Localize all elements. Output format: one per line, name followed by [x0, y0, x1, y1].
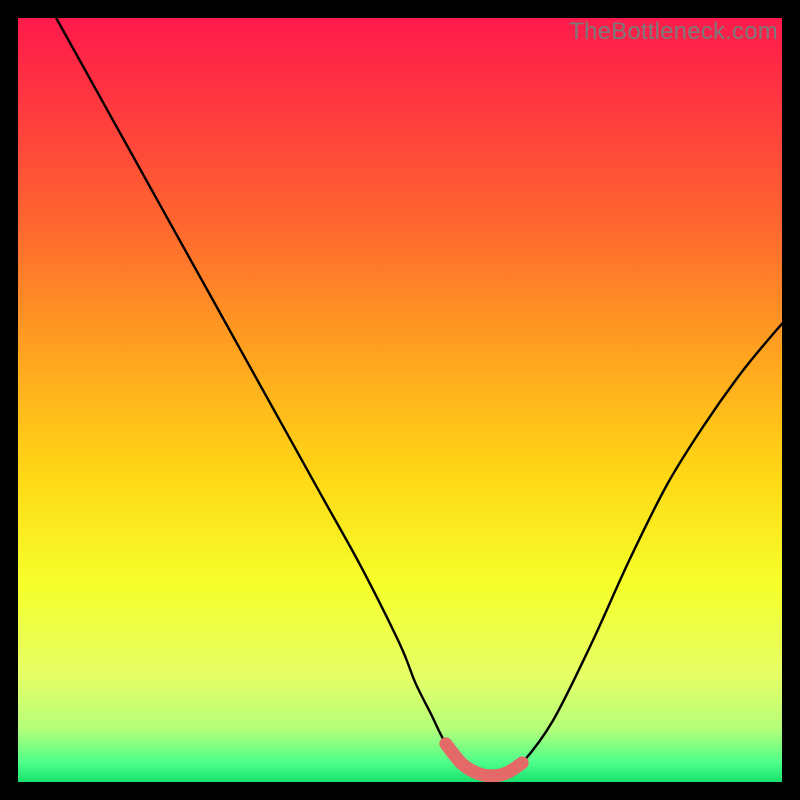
watermark-text: TheBottleneck.com [569, 18, 778, 46]
gradient-background [18, 18, 782, 782]
chart-frame: TheBottleneck.com [18, 18, 782, 782]
bottleneck-plot [18, 18, 782, 782]
